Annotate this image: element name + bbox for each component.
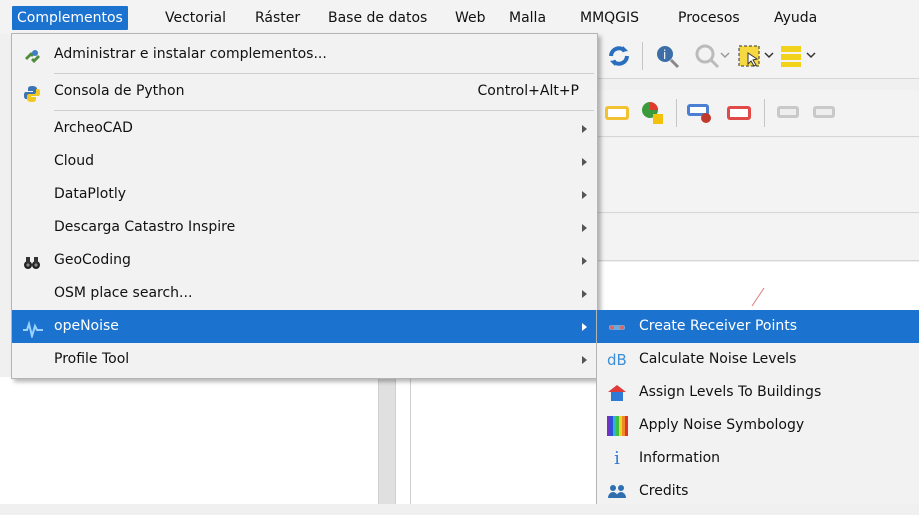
menu-item-label: DataPlotly xyxy=(54,186,126,202)
menu-procesos[interactable]: Procesos xyxy=(673,6,745,30)
menu-complementos[interactable]: Complementos xyxy=(12,6,128,30)
toolbar-separator xyxy=(676,99,677,127)
submenu-arrow-icon xyxy=(582,257,587,265)
pin-labels-icon[interactable] xyxy=(686,100,712,126)
submenu-item-label: Apply Noise Symbology xyxy=(639,417,805,433)
menu-vectorial[interactable]: Vectorial xyxy=(160,6,231,30)
people-icon xyxy=(607,482,627,502)
chevron-down-icon[interactable] xyxy=(764,48,774,74)
menu-bar: Complementos Vectorial Ráster Base de da… xyxy=(0,0,919,34)
toolbar-separator xyxy=(764,99,765,127)
menu-item-shortcut: Control+Alt+P xyxy=(477,83,579,99)
menu-item-cloud[interactable]: Cloud xyxy=(12,145,597,178)
menu-separator xyxy=(54,110,594,111)
select-features-icon[interactable] xyxy=(736,43,762,69)
submenu-item-credits[interactable]: Credits xyxy=(597,475,919,508)
submenu-item-calculate-noise-levels[interactable]: dB Calculate Noise Levels xyxy=(597,343,919,376)
menu-item-label: Administrar e instalar complementos... xyxy=(54,46,327,62)
submenu-item-information[interactable]: i Information xyxy=(597,442,919,475)
submenu-item-label: Calculate Noise Levels xyxy=(639,351,797,367)
refresh-icon[interactable] xyxy=(606,43,632,69)
menu-item-label: Descarga Catastro Inspire xyxy=(54,219,236,235)
menu-item-label: Profile Tool xyxy=(54,351,130,367)
menu-ayuda[interactable]: Ayuda xyxy=(769,6,822,30)
binoculars-icon xyxy=(23,252,41,270)
menu-raster[interactable]: Ráster xyxy=(250,6,305,30)
complementos-dropdown: Administrar e instalar complementos... C… xyxy=(11,33,598,379)
menu-item-label: Consola de Python xyxy=(54,83,185,99)
submenu-arrow-icon xyxy=(582,191,587,199)
menu-malla[interactable]: Malla xyxy=(504,6,551,30)
receiver-points-icon xyxy=(607,317,627,337)
menu-item-label: GeoCoding xyxy=(54,252,131,268)
submenu-item-create-receiver-points[interactable]: Create Receiver Points xyxy=(597,310,919,343)
toolbar-labels xyxy=(596,90,919,137)
label-layer-icon[interactable] xyxy=(604,102,630,128)
menu-base-de-datos[interactable]: Base de datos xyxy=(323,6,432,30)
toolbar-navigation: i xyxy=(596,34,919,79)
scrollbar[interactable] xyxy=(378,377,396,504)
menu-item-osm-place-search[interactable]: OSM place search... xyxy=(12,277,597,310)
submenu-item-label: Credits xyxy=(639,483,689,499)
menu-item-python-console[interactable]: Consola de Python Control+Alt+P xyxy=(12,75,597,108)
menu-item-descarga-catastro[interactable]: Descarga Catastro Inspire xyxy=(12,211,597,244)
chevron-down-icon[interactable] xyxy=(720,48,730,74)
submenu-arrow-icon xyxy=(582,323,587,331)
panel-strip xyxy=(596,138,919,213)
submenu-arrow-icon xyxy=(582,158,587,166)
menu-item-label: Cloud xyxy=(54,153,94,169)
menu-item-dataplotly[interactable]: DataPlotly xyxy=(12,178,597,211)
zoom-disabled-icon[interactable] xyxy=(694,43,720,69)
hide-labels-icon[interactable] xyxy=(726,102,752,128)
svg-text:i: i xyxy=(663,48,666,62)
submenu-item-label: Information xyxy=(639,450,721,466)
db-icon: dB xyxy=(607,351,627,369)
identify-icon[interactable]: i xyxy=(654,43,680,69)
toolbar-separator xyxy=(642,42,643,70)
openoise-submenu: Create Receiver Points dB Calculate Nois… xyxy=(596,310,919,504)
menu-web[interactable]: Web xyxy=(450,6,491,30)
menu-item-openoise[interactable]: opeNoise xyxy=(12,310,597,343)
color-bars-icon xyxy=(607,416,628,436)
submenu-arrow-icon xyxy=(582,290,587,298)
map-canvas[interactable] xyxy=(410,377,597,504)
python-icon xyxy=(23,83,41,102)
menu-item-profile-tool[interactable]: Profile Tool xyxy=(12,343,597,376)
menu-mmqgis[interactable]: MMQGIS xyxy=(575,6,644,30)
menu-separator xyxy=(54,73,594,74)
info-icon: i xyxy=(614,448,620,469)
menu-item-archeocad[interactable]: ArcheoCAD xyxy=(12,112,597,145)
submenu-arrow-icon xyxy=(582,224,587,232)
menu-item-geocoding[interactable]: GeoCoding xyxy=(12,244,597,277)
submenu-arrow-icon xyxy=(582,125,587,133)
attribute-table-icon[interactable] xyxy=(778,43,804,69)
diagram-icon[interactable] xyxy=(640,100,666,126)
menu-item-administrar[interactable]: Administrar e instalar complementos... xyxy=(12,38,597,71)
menu-item-label: opeNoise xyxy=(54,318,119,334)
submenu-arrow-icon xyxy=(582,356,587,364)
submenu-item-label: Assign Levels To Buildings xyxy=(639,384,822,400)
submenu-item-apply-noise-symbology[interactable]: Apply Noise Symbology xyxy=(597,409,919,442)
rotate-label-disabled-icon[interactable] xyxy=(812,102,838,128)
menu-item-label: OSM place search... xyxy=(54,285,193,301)
chevron-down-icon[interactable] xyxy=(806,48,816,74)
menu-item-label: ArcheoCAD xyxy=(54,120,133,136)
move-label-disabled-icon[interactable] xyxy=(776,102,802,128)
noise-wave-icon xyxy=(23,318,43,340)
plugin-manager-icon xyxy=(23,46,41,64)
panel-strip xyxy=(596,214,919,261)
submenu-item-label: Create Receiver Points xyxy=(639,318,798,334)
map-canvas[interactable] xyxy=(596,262,919,310)
submenu-item-assign-levels[interactable]: Assign Levels To Buildings xyxy=(597,376,919,409)
building-icon xyxy=(607,383,627,403)
